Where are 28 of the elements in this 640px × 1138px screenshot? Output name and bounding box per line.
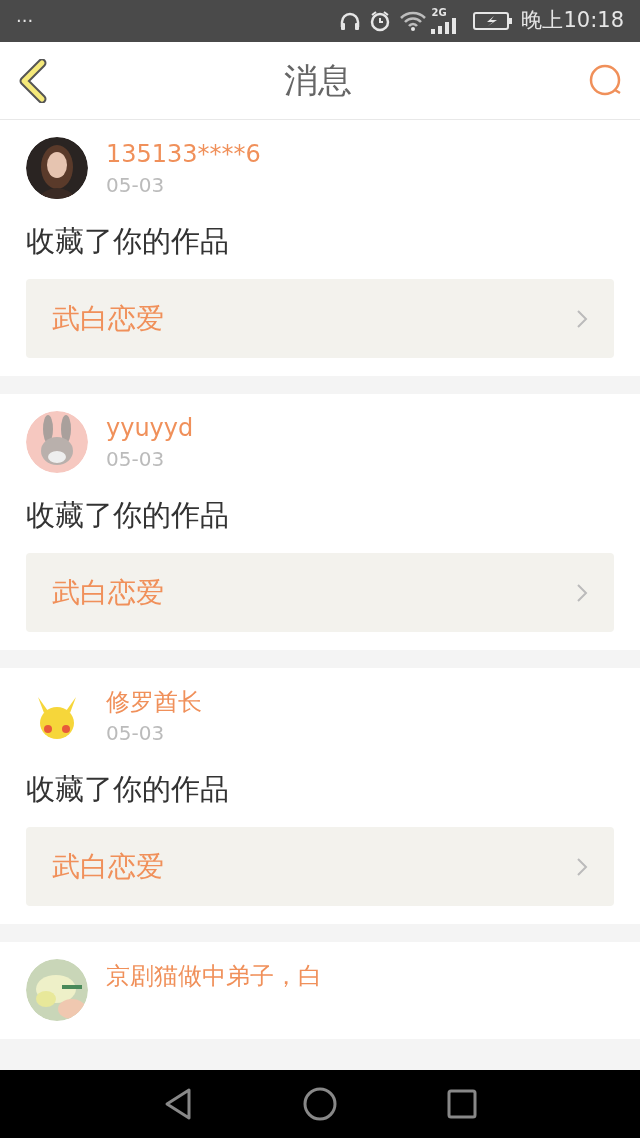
work-link[interactable]: 武白恋爱	[26, 827, 614, 906]
user-name[interactable]: 修罗酋长	[106, 685, 202, 719]
alarm-clock-icon	[369, 10, 392, 32]
message-text: 收藏了你的作品	[26, 771, 230, 808]
message-text: 收藏了你的作品	[26, 497, 230, 534]
work-link[interactable]: 武白恋爱	[26, 553, 614, 632]
network-type: 2G	[431, 8, 447, 18]
recent-apps-icon[interactable]	[447, 1089, 477, 1119]
signal-icon	[431, 18, 458, 34]
home-icon[interactable]	[303, 1087, 337, 1121]
message-date: 05-03	[106, 720, 166, 747]
user-name[interactable]: 135133****6	[106, 137, 261, 171]
wifi-icon	[399, 11, 428, 31]
user-name[interactable]: 京剧猫做中弟子，白	[106, 959, 322, 993]
message-date: 05-03	[106, 172, 166, 199]
chevron-right-icon	[576, 582, 588, 603]
notification-dots: ···	[16, 12, 34, 30]
message-text: 收藏了你的作品	[26, 223, 230, 260]
message-date: 05-03	[106, 446, 166, 473]
clock-time: 晚上10:18	[521, 7, 624, 35]
user-name[interactable]: yyuyyd	[106, 411, 194, 445]
battery-charging-icon	[473, 11, 514, 31]
chevron-right-icon	[576, 308, 588, 329]
headphones-icon	[339, 11, 362, 31]
page-title: 消息	[284, 59, 352, 102]
chevron-right-icon	[576, 856, 588, 877]
work-link[interactable]: 武白恋爱	[26, 279, 614, 358]
back-icon[interactable]	[163, 1087, 193, 1121]
